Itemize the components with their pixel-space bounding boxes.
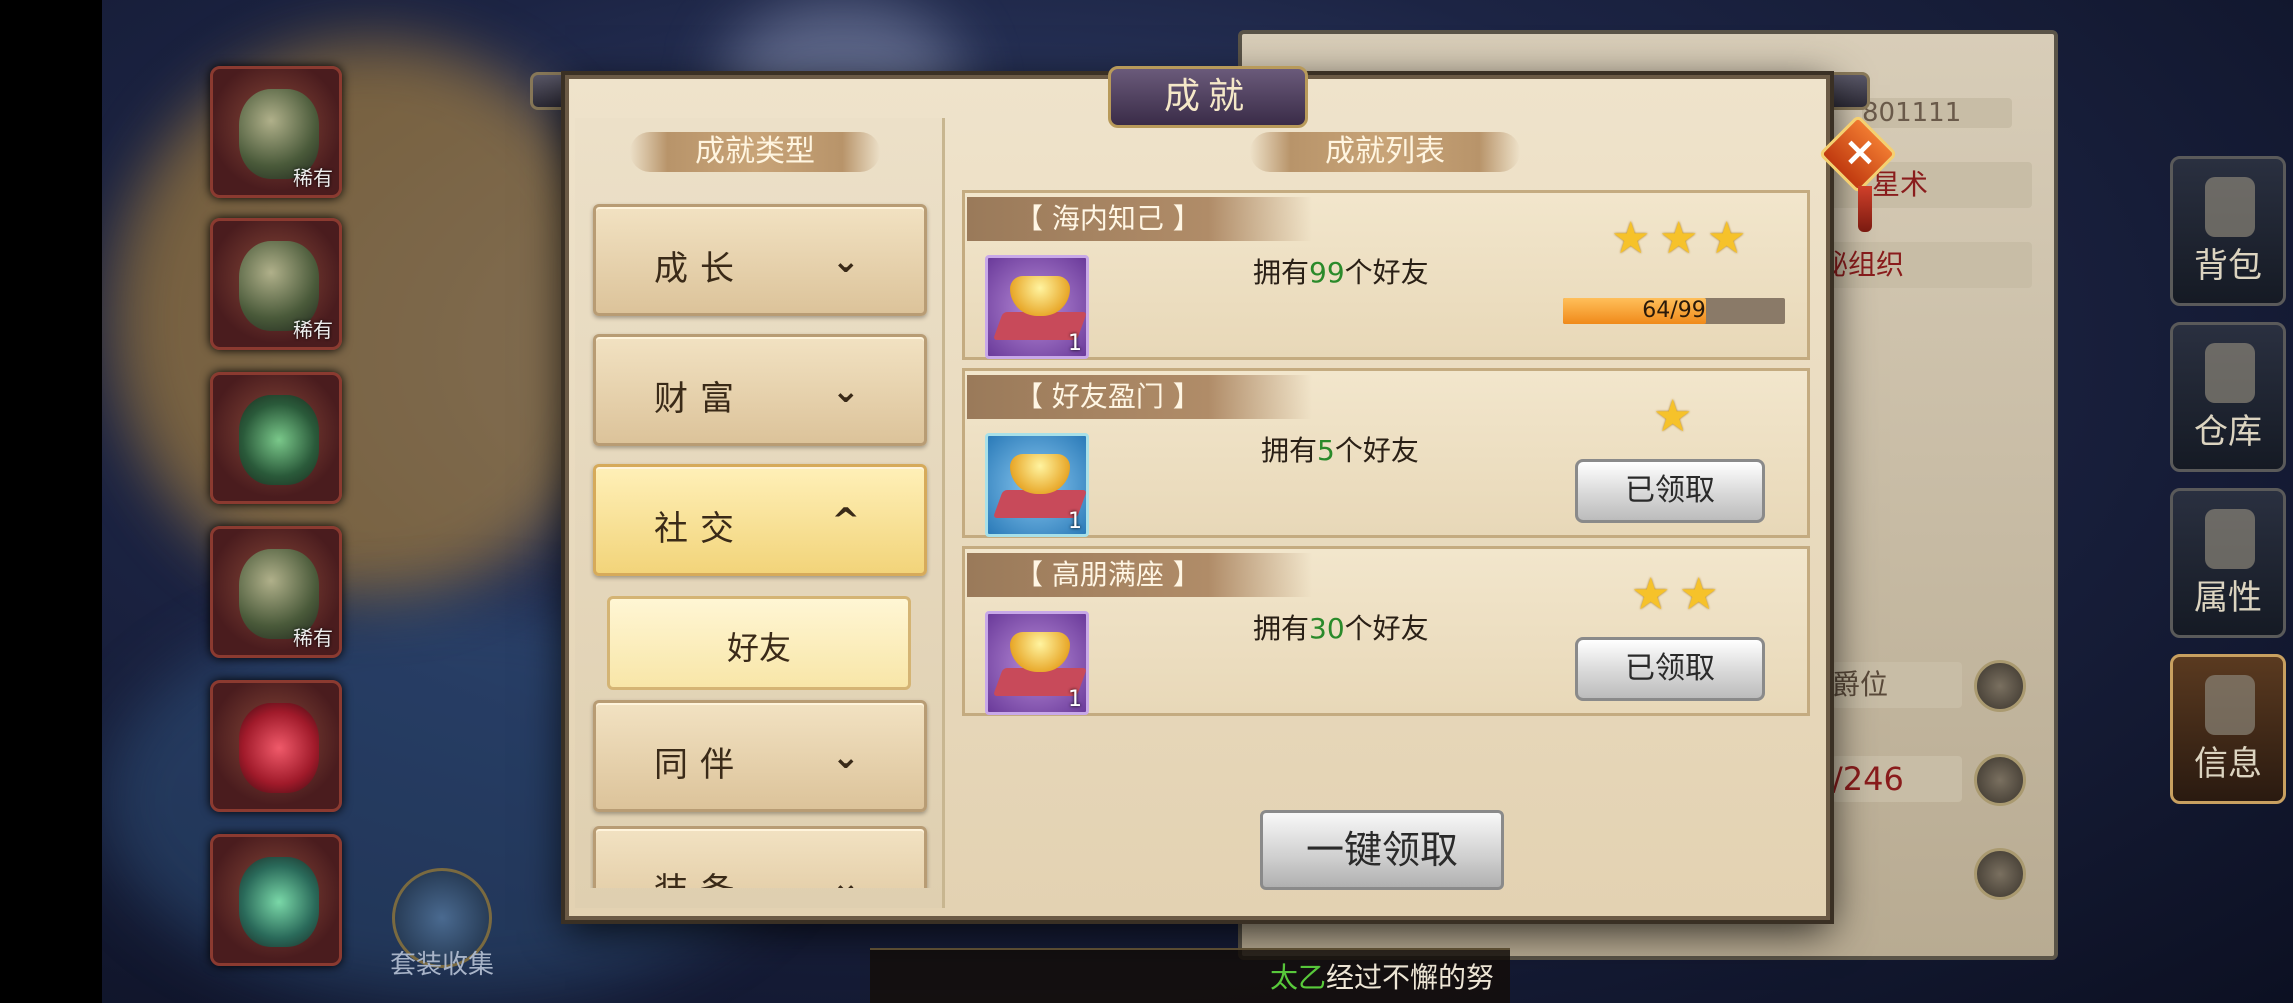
field-count: /246 [1832, 756, 1962, 802]
star-icon: ★ [1631, 569, 1671, 620]
rarity-tag: 稀有 [293, 318, 333, 342]
subcategory-friends[interactable]: 好友 [607, 596, 911, 690]
suit-collection-label: 套装收集 [390, 950, 495, 980]
achievement-title: 【 好友盈门 】 [967, 375, 1312, 419]
chat-message-text: 经过不懈的努 [1326, 961, 1495, 994]
equipment-slot-belt[interactable] [210, 372, 342, 504]
warehouse-icon [2205, 343, 2255, 403]
equipment-slot-ring[interactable] [210, 680, 342, 812]
equipment-slot-boots[interactable]: 稀有 [210, 526, 342, 658]
category-companion[interactable]: 同伴 ⌄ [593, 700, 927, 812]
equipment-slot-helmet[interactable]: 稀有 [210, 66, 342, 198]
arrow-right-icon[interactable] [1974, 660, 2026, 712]
progress-bar: 64/99 [1563, 298, 1785, 324]
side-menu-info[interactable]: 信息 [2170, 654, 2286, 804]
category-label: 同伴 [654, 745, 746, 785]
category-equipment[interactable]: 装备 ⌄ [593, 826, 927, 888]
chat-message: 太乙经过不懈的努 [1270, 956, 1494, 996]
rarity-tag: 稀有 [293, 626, 333, 650]
arrow-right-icon[interactable] [1974, 754, 2026, 806]
achievement-title: 【 海内知己 】 [967, 197, 1312, 241]
desc-prefix: 拥有 [1261, 434, 1318, 467]
chat-sender-name[interactable]: 太乙 [1270, 961, 1326, 994]
star-icon: ★ [1707, 213, 1747, 264]
claimed-button[interactable]: 已领取 [1575, 459, 1765, 523]
id-text: 801111 [1862, 98, 1962, 128]
side-menu-attributes[interactable]: 属性 [2170, 488, 2286, 638]
modal-title: 成就 [1108, 66, 1308, 128]
claim-all-button[interactable]: 一键领取 [1260, 810, 1504, 890]
necklace-icon [239, 857, 319, 947]
game-screen: 稀有 稀有 稀有 套装收集 801111 星术 神秘组织 爵位 /246 背包 … [0, 0, 2293, 1003]
side-menu-label: 属性 [2194, 578, 2262, 618]
achievement-row: 【 好友盈门 】 1 拥有5个好友 ★ 已领取 [962, 368, 1810, 538]
golden-wings-glow [112, 40, 632, 600]
achievement-row: 【 高朋满座 】 1 拥有30个好友 ★ ★ 已领取 [962, 546, 1810, 716]
belt-icon [239, 395, 319, 485]
ring-icon [239, 703, 319, 793]
equipment-slot-armor[interactable]: 稀有 [210, 218, 342, 350]
category-list-clip: 装备 ⌄ [590, 826, 935, 888]
field-rank-text: 爵位 [1832, 668, 1889, 701]
desc-suffix: 个好友 [1344, 612, 1429, 645]
desc-suffix: 个好友 [1334, 434, 1419, 467]
claimed-button[interactable]: 已领取 [1575, 637, 1765, 701]
id-field: 801111 [1862, 98, 2012, 128]
category-label: 装备 [654, 863, 746, 888]
equipment-slot-necklace[interactable] [210, 834, 342, 966]
category-header: 成就类型 [630, 132, 880, 172]
category-social[interactable]: 社交 ^ [593, 464, 927, 576]
achievement-title: 【 高朋满座 】 [967, 553, 1312, 597]
star-icon: ★ [1611, 213, 1651, 264]
subcategory-label: 好友 [726, 629, 791, 667]
tassel-decoration [1858, 186, 1872, 232]
reward-count: 1 [1068, 509, 1082, 534]
desc-number: 99 [1309, 256, 1345, 289]
chevron-down-icon: ⌄ [831, 241, 861, 281]
category-label: 社交 [654, 509, 746, 549]
chevron-up-icon: ^ [831, 501, 861, 541]
bag-icon [2205, 177, 2255, 237]
category-wealth[interactable]: 财富 ⌄ [593, 334, 927, 446]
field-count-text: /246 [1832, 760, 1904, 798]
attributes-icon [2205, 509, 2255, 569]
desc-number: 5 [1317, 434, 1335, 467]
achievement-row: 【 海内知己 】 1 拥有99个好友 ★ ★ ★ 64/99 [962, 190, 1810, 360]
desc-prefix: 拥有 [1253, 612, 1310, 645]
rarity-tag: 稀有 [293, 166, 333, 190]
desc-suffix: 个好友 [1344, 256, 1429, 289]
side-menu-bag[interactable]: 背包 [2170, 156, 2286, 306]
desc-number: 30 [1309, 612, 1345, 645]
reward-count: 1 [1068, 687, 1082, 712]
achievement-list-header: 成就列表 [1250, 132, 1520, 172]
side-menu-label: 背包 [2194, 246, 2262, 286]
chevron-down-icon: ⌄ [831, 863, 861, 888]
side-menu-label: 信息 [2194, 744, 2262, 784]
category-growth[interactable]: 成长 ⌄ [593, 204, 927, 316]
star-icon: ★ [1679, 569, 1719, 620]
desc-prefix: 拥有 [1253, 256, 1310, 289]
chevron-down-icon: ⌄ [831, 371, 861, 411]
info-icon [2205, 675, 2255, 735]
side-menu-label: 仓库 [2194, 412, 2262, 452]
side-menu-warehouse[interactable]: 仓库 [2170, 322, 2286, 472]
chevron-down-icon: ⌄ [831, 737, 861, 777]
reward-count: 1 [1068, 331, 1082, 356]
star-icon: ★ [1659, 213, 1699, 264]
category-label: 财富 [654, 379, 746, 419]
progress-text: 64/99 [1642, 298, 1706, 323]
field-rank: 爵位 [1832, 662, 1962, 708]
category-label: 成长 [654, 249, 746, 289]
close-icon[interactable]: × [1838, 128, 1882, 176]
arrow-right-icon[interactable] [1974, 848, 2026, 900]
star-icon: ★ [1653, 391, 1693, 442]
